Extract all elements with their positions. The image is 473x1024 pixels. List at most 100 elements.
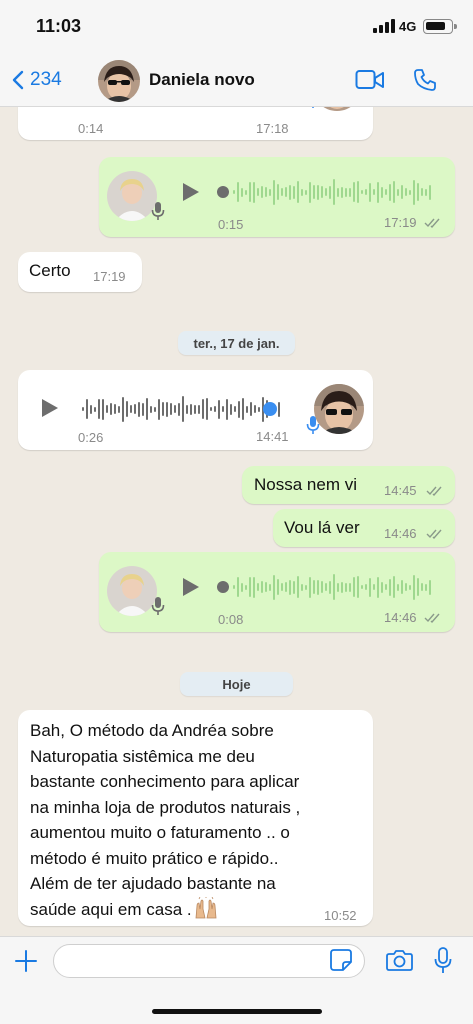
text-message[interactable]: Bah, O método da Andréa sobre Naturopati… xyxy=(18,710,373,926)
waveform-bar xyxy=(154,406,156,412)
waveform-bar xyxy=(409,189,411,195)
chat-header: 234 Daniela novo xyxy=(0,54,473,107)
waveform-bar xyxy=(138,401,140,417)
text-message[interactable]: Nossa nem vi 14:45 xyxy=(242,466,455,504)
waveform-bar xyxy=(373,189,375,195)
read-receipt-icon xyxy=(424,218,440,228)
microphone-icon[interactable] xyxy=(434,947,452,974)
waveform-bar xyxy=(425,583,427,591)
voice-waveform[interactable] xyxy=(233,572,433,602)
waveform-bar xyxy=(321,186,323,198)
message-time: 14:41 xyxy=(256,429,289,444)
waveform-bar xyxy=(305,189,307,195)
voice-waveform[interactable] xyxy=(233,177,433,207)
sticker-icon[interactable] xyxy=(330,949,352,971)
voice-waveform[interactable] xyxy=(82,394,282,424)
waveform-bar xyxy=(114,404,116,414)
back-button[interactable]: 234 xyxy=(12,66,62,94)
waveform-bar xyxy=(250,402,252,416)
waveform-bar xyxy=(401,580,403,594)
contact-avatar[interactable] xyxy=(98,60,140,102)
play-icon[interactable] xyxy=(183,183,199,201)
voice-duration: 0:26 xyxy=(78,430,104,445)
waveform-bar xyxy=(413,574,415,600)
waveform-bar xyxy=(353,577,355,597)
waveform-bar xyxy=(190,403,192,415)
waveform-bar xyxy=(82,407,84,411)
voice-message[interactable]: 0:14 17:18 xyxy=(18,107,373,140)
waveform-bar xyxy=(174,405,176,413)
waveform-bar xyxy=(249,577,251,597)
play-icon[interactable] xyxy=(183,578,199,596)
contact-name[interactable]: Daniela novo xyxy=(149,70,255,90)
waveform-bar xyxy=(126,401,128,417)
waveform-bar xyxy=(365,584,367,590)
waveform-bar xyxy=(289,184,291,200)
waveform-bar xyxy=(285,187,287,197)
waveform-bar xyxy=(309,576,311,598)
waveform-bar xyxy=(237,182,239,202)
waveform-bar xyxy=(425,188,427,196)
microphone-icon xyxy=(306,416,320,434)
message-time: 14:46 xyxy=(384,526,417,541)
waveform-bar xyxy=(313,185,315,199)
waveform-bar xyxy=(289,579,291,595)
voice-progress-knob[interactable] xyxy=(217,186,229,198)
home-indicator[interactable] xyxy=(152,1009,322,1014)
message-input[interactable] xyxy=(53,944,365,978)
voice-progress-knob[interactable] xyxy=(263,402,277,416)
chat-area[interactable]: 0:14 17:18 0:15 17:19 Certo 17:19 ter., … xyxy=(0,107,473,936)
waveform-bar xyxy=(230,403,232,415)
voice-message[interactable]: 0:08 14:46 xyxy=(99,552,455,632)
date-separator: Hoje xyxy=(180,672,293,696)
read-receipt-icon xyxy=(424,613,440,623)
waveform-bar xyxy=(166,401,168,417)
waveform-bar xyxy=(325,583,327,591)
waveform-bar xyxy=(158,398,160,420)
voice-message[interactable]: 0:15 17:19 xyxy=(99,157,455,237)
back-count: 234 xyxy=(30,69,62,90)
waveform-bar xyxy=(361,190,363,194)
waveform-bar xyxy=(417,578,419,596)
play-icon[interactable] xyxy=(42,399,58,417)
waveform-bar xyxy=(241,582,243,592)
camera-icon[interactable] xyxy=(386,949,413,971)
waveform-bar xyxy=(281,583,283,591)
waveform-bar xyxy=(413,179,415,205)
waveform-bar xyxy=(246,405,248,413)
waveform-bar xyxy=(325,188,327,196)
waveform-bar xyxy=(377,181,379,203)
message-text: Certo xyxy=(29,261,71,280)
microphone-icon xyxy=(312,107,314,108)
waveform-bar xyxy=(353,182,355,202)
waveform-bar xyxy=(110,403,112,415)
waveform-bar xyxy=(206,398,208,420)
waveform-bar xyxy=(301,583,303,591)
video-call-icon[interactable] xyxy=(355,68,385,92)
waveform-bar xyxy=(397,188,399,196)
text-message[interactable]: Certo 17:19 xyxy=(18,252,142,292)
text-message[interactable]: Vou lá ver 14:46 xyxy=(273,509,455,547)
waveform-bar xyxy=(273,574,275,600)
status-bar: 11:03 4G xyxy=(0,0,473,54)
waveform-bar xyxy=(293,580,295,594)
message-time: 14:45 xyxy=(384,483,417,498)
voice-progress-knob[interactable] xyxy=(217,581,229,593)
message-line: Bah, O método da Andréa sobre xyxy=(30,721,274,740)
waveform-bar xyxy=(162,402,164,416)
message-time: 17:19 xyxy=(384,215,417,230)
microphone-icon xyxy=(151,597,165,615)
waveform-bar xyxy=(401,185,403,199)
waveform-bar xyxy=(122,396,124,422)
waveform-bar xyxy=(254,405,256,413)
waveform-bar xyxy=(278,401,280,417)
voice-call-icon[interactable] xyxy=(413,68,437,92)
voice-message[interactable]: 0:26 14:41 xyxy=(18,370,373,450)
waveform-bar xyxy=(349,582,351,592)
message-time: 17:19 xyxy=(93,269,126,284)
waveform-bar xyxy=(337,187,339,197)
add-icon[interactable] xyxy=(14,949,38,973)
waveform-bar xyxy=(237,577,239,597)
waveform-bar xyxy=(277,579,279,595)
back-chevron-icon xyxy=(12,70,24,90)
